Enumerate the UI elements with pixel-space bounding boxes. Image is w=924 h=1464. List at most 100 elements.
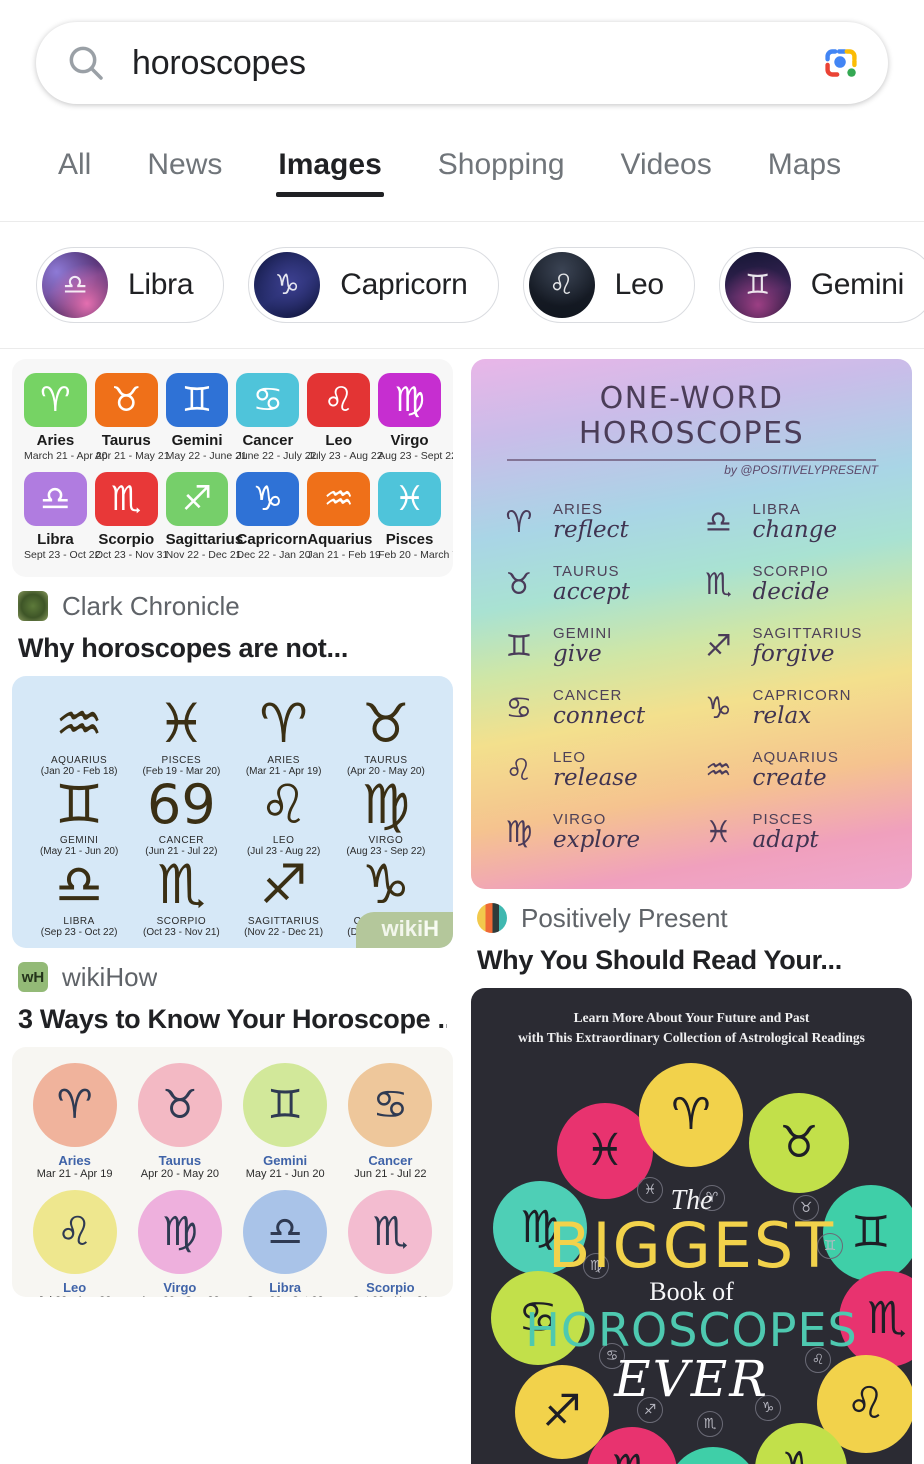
pastel-cell: ♈ Aries Mar 21 - Apr 19 (22, 1063, 127, 1180)
gemini-icon: ♊ (181, 381, 213, 420)
filter-chips-row[interactable]: ♎ Libra ♑ Capricorn ♌ Leo ♊ Gemini (0, 222, 924, 349)
one-word-text: AQUARIUS create (753, 749, 839, 790)
tab-maps[interactable]: Maps (740, 132, 869, 221)
zodiac-name: Scorpio (98, 531, 155, 549)
sagittarius-icon: ♐ (705, 629, 732, 663)
wikihow-sign-name: LEO (272, 835, 295, 847)
google-lens-icon[interactable] (818, 40, 864, 86)
zodiac-cell: ♈ Aries March 21 - Apr 20 (24, 373, 108, 463)
search-input[interactable]: horoscopes (132, 44, 818, 83)
zodiac-name: Sagittarius (165, 531, 244, 549)
pastel-row-1: ♈ Aries Mar 21 - Apr 19 ♉ Taurus Apr 20 - May… (22, 1063, 443, 1180)
aries-icon: ♈ (259, 692, 308, 756)
tab-images[interactable]: Images (250, 132, 409, 221)
wikihow-watermark: wikiH (355, 912, 453, 949)
leo-icon: ♌ (505, 753, 533, 787)
zodiac-dates: Apr 21 - May 21 (94, 450, 170, 463)
zodiac-dates: Sept 23 - Oct 22 (24, 549, 101, 562)
result-card-biggest-book[interactable]: Learn More About Your Future and Past wi… (471, 988, 912, 1464)
one-word-item: ♌ LEO release (497, 739, 687, 801)
chip-label: Leo (614, 268, 664, 301)
result-card-positively-present[interactable]: ONE-WORD HOROSCOPES by @POSITIVELYPRESEN… (471, 359, 912, 976)
result-title[interactable]: 3 Ways to Know Your Horoscope ... (18, 1004, 447, 1035)
search-bar[interactable]: horoscopes (36, 22, 888, 104)
result-source[interactable]: Positively Present (477, 901, 906, 935)
wikihow-cell: ♈ ARIES (Mar 21 - Apr 19) (233, 692, 335, 776)
tab-shopping[interactable]: Shopping (410, 132, 593, 221)
one-word-item: ♋ CANCER connect (497, 677, 687, 739)
chip-label: Capricorn (340, 268, 468, 301)
wikihow-sign-name: PISCES (161, 754, 202, 766)
result-thumbnail[interactable]: Learn More About Your Future and Past wi… (471, 988, 912, 1464)
zodiac-cell: ♏ Scorpio Oct 23 - Nov 31 (94, 472, 168, 561)
wikihow-cell: ♓ PISCES (Feb 19 - Mar 20) (130, 695, 232, 776)
zodiac-row-2: ♎ Libra Sept 23 - Oct 22 ♏ Scorpio Oct 23 - N… (24, 472, 453, 562)
one-word-sign: CANCER (553, 687, 623, 705)
pastel-sign-name: Taurus (158, 1153, 202, 1169)
wikihow-cell: ♐ SAGITTARIUS (Nov 22 - Dec 21) (233, 857, 335, 938)
results-column-right: ONE-WORD HOROSCOPES by @POSITIVELYPRESEN… (471, 359, 912, 1464)
result-card-pastel-circles[interactable]: ♈ Aries Mar 21 - Apr 19 ♉ Taurus Apr 20 - May… (12, 1047, 453, 1298)
zodiac-dates: Jan 21 - Feb 19 (307, 549, 381, 562)
zodiac-dates: Aug 23 - Sept 22 (378, 450, 453, 463)
result-title[interactable]: Why horoscopes are not... (18, 633, 447, 664)
zodiac-tile-scorpio: ♏ (94, 472, 158, 527)
chip-libra[interactable]: ♎ Libra (36, 247, 225, 323)
result-thumbnail[interactable]: ONE-WORD HOROSCOPES by @POSITIVELYPRESEN… (471, 359, 912, 889)
libra-icon: ♎ (243, 1190, 328, 1275)
result-card-wikihow[interactable]: ♒ AQUARIUS (Jan 20 - Feb 18) ♓ PISCES (Feb 19… (12, 676, 453, 1035)
result-thumbnail[interactable]: ♈ Aries March 21 - Apr 20 ♉ Taurus Apr 21 - M… (12, 359, 453, 578)
one-word-text: TAURUS accept (553, 563, 630, 604)
zodiac-dates: Dec 22 - Jan 20 (236, 549, 311, 562)
pastel-cell: ♍ VirgoAug 23 - Sep 22 (127, 1190, 232, 1297)
search-header: horoscopes (0, 0, 924, 104)
tab-all[interactable]: All (30, 132, 119, 221)
one-word-item: ♉ TAURUS accept (497, 553, 687, 615)
zodiac-name: Aries (36, 432, 75, 450)
one-word-text: PISCES adapt (753, 811, 819, 852)
book-title-block: The BIGGEST Book of HOROSCOPES EVER (487, 1185, 896, 1406)
wikihow-sign-name: SCORPIO (156, 916, 207, 928)
one-word-word: give (553, 641, 602, 668)
result-source[interactable]: Clark Chronicle (18, 589, 447, 623)
zodiac-name: Cancer (242, 432, 294, 450)
pastel-sign-dates: Jun 21 - Jul 22 (354, 1168, 427, 1181)
wikihow-sign-name: SAGITTARIUS (247, 916, 320, 928)
wikihow-cell: ♉ TAURUS (Apr 20 - May 20) (335, 695, 437, 776)
zodiac-tile-capricorn: ♑ (236, 472, 300, 527)
result-card-clark-chronicle[interactable]: ♈ Aries March 21 - Apr 20 ♉ Taurus Apr 21 - M… (12, 359, 453, 664)
result-thumbnail[interactable]: ♈ Aries Mar 21 - Apr 19 ♉ Taurus Apr 20 - May… (12, 1047, 453, 1298)
aries-icon: ♈ (505, 505, 533, 539)
tab-news[interactable]: News (119, 132, 250, 221)
pastel-sign-dates: Sep 23 - Oct 22 (233, 1295, 338, 1297)
zodiac-row-1: ♈ Aries March 21 - Apr 20 ♉ Taurus Apr 21 - M… (24, 373, 453, 463)
chip-capricorn[interactable]: ♑ Capricorn (248, 247, 499, 323)
zodiac-dates: March 21 - Apr 20 (24, 450, 108, 463)
pastel-cell: ♏ ScorpioOct 23 - Nov 21 (338, 1190, 443, 1297)
watermark-wiki: wiki (381, 916, 424, 942)
clark-chronicle-favicon (18, 591, 48, 622)
chip-label: Libra (128, 268, 194, 301)
result-title[interactable]: Why You Should Read Your... (477, 945, 906, 976)
chip-gemini[interactable]: ♊ Gemini (718, 247, 924, 323)
result-source[interactable]: wH wikiHow (18, 960, 447, 994)
watermark-h: H (423, 916, 439, 942)
tab-videos[interactable]: Videos (593, 132, 740, 221)
one-word-word: relax (752, 703, 812, 730)
chip-leo[interactable]: ♌ Leo (522, 247, 695, 323)
one-word-word: release (553, 765, 638, 792)
cancer-icon: ♋ (348, 1063, 433, 1148)
pastel-row-2: ♌ LeoJul 23 - Aug 22 ♍ VirgoAug 23 - Sep 22… (22, 1190, 443, 1297)
zodiac-name: Capricorn (236, 531, 308, 549)
chip-label: Gemini (810, 268, 905, 301)
pastel-sign-name: Cancer (368, 1153, 413, 1169)
cancer-icon: ♋ (505, 691, 533, 725)
pastel-zodiac-chart: ♈ Aries Mar 21 - Apr 19 ♉ Taurus Apr 20 - May… (12, 1047, 453, 1298)
positively-present-favicon (477, 903, 507, 933)
capricorn-icon: ♑ (705, 691, 732, 725)
wikihow-symbol-chart: ♒ AQUARIUS (Jan 20 - Feb 18) ♓ PISCES (Feb 19… (12, 676, 453, 949)
one-word-sign: AQUARIUS (752, 749, 839, 767)
pastel-cell: ♎ LibraSep 23 - Oct 22 (233, 1190, 338, 1297)
result-thumbnail[interactable]: ♒ AQUARIUS (Jan 20 - Feb 18) ♓ PISCES (Feb 19… (12, 676, 453, 949)
zodiac-name: Leo (325, 432, 353, 450)
